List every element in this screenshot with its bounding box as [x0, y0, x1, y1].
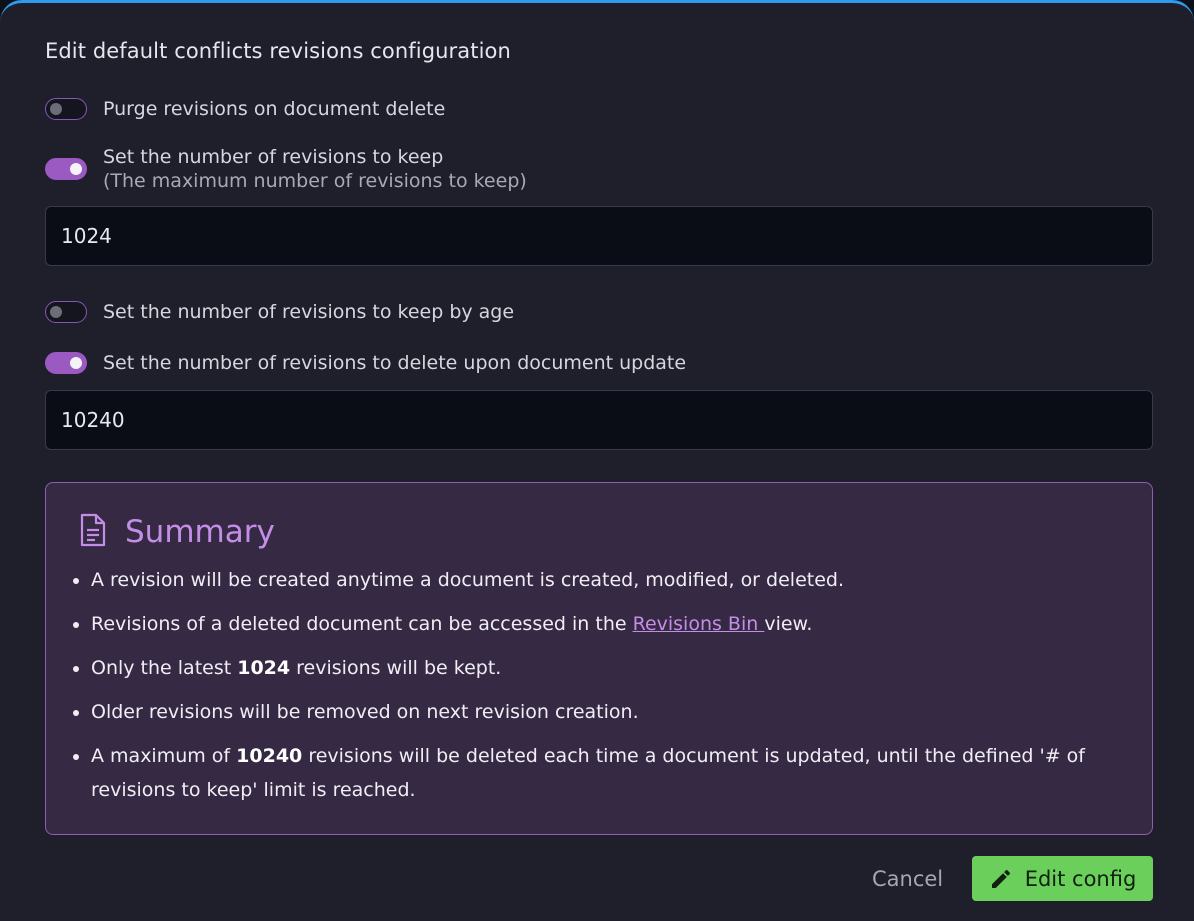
summary-title: Summary	[125, 514, 275, 550]
keep-count-input[interactable]	[45, 206, 1153, 266]
summary-item: Older revisions will be removed on next …	[91, 695, 1101, 729]
delete-on-update-row: Set the number of revisions to delete up…	[45, 351, 686, 375]
summary-item-text: Older revisions will be removed on next …	[91, 701, 639, 723]
purge-on-delete-row: Purge revisions on document delete	[45, 97, 445, 121]
cancel-button[interactable]: Cancel	[862, 860, 953, 898]
dialog-title: Edit default conflicts revisions configu…	[45, 39, 511, 63]
keep-count-row: Set the number of revisions to keep (The…	[45, 145, 527, 193]
summary-keep-value: 1024	[237, 657, 291, 679]
keep-count-label-group: Set the number of revisions to keep (The…	[103, 145, 527, 193]
summary-header: Summary	[79, 513, 275, 551]
keep-by-age-label: Set the number of revisions to keep by a…	[103, 301, 515, 323]
summary-item-text: revisions will be kept.	[290, 657, 502, 679]
summary-item-text: Revisions of a deleted document can be a…	[91, 613, 633, 635]
summary-item-text: A maximum of	[91, 745, 237, 767]
delete-on-update-label: Set the number of revisions to delete up…	[103, 352, 687, 374]
purge-on-delete-toggle[interactable]	[45, 98, 87, 120]
keep-by-age-row: Set the number of revisions to keep by a…	[45, 300, 514, 324]
revisions-bin-link[interactable]: Revisions Bin	[633, 613, 765, 635]
pencil-icon	[989, 867, 1013, 891]
keep-count-label: Set the number of revisions to keep	[103, 146, 444, 168]
summary-list: A revision will be created anytime a doc…	[46, 563, 1101, 817]
keep-by-age-toggle[interactable]	[45, 301, 87, 323]
summary-item-text: Only the latest	[91, 657, 238, 679]
summary-item: A maximum of 10240 revisions will be del…	[91, 739, 1101, 807]
edit-revisions-config-dialog: Edit default conflicts revisions configu…	[0, 0, 1194, 921]
keep-count-sublabel: (The maximum number of revisions to keep…	[103, 170, 527, 192]
edit-config-label: Edit config	[1024, 866, 1137, 891]
summary-panel: Summary A revision will be created anyti…	[45, 482, 1153, 835]
edit-config-button[interactable]: Edit config	[972, 856, 1153, 901]
summary-item: A revision will be created anytime a doc…	[91, 563, 1101, 597]
summary-item: Revisions of a deleted document can be a…	[91, 607, 1101, 641]
summary-item-text: A revision will be created anytime a doc…	[91, 569, 844, 591]
summary-item-text: view.	[764, 613, 813, 635]
delete-on-update-toggle[interactable]	[45, 352, 87, 374]
purge-on-delete-label: Purge revisions on document delete	[103, 98, 446, 120]
summary-item: Only the latest 1024 revisions will be k…	[91, 651, 1101, 685]
summary-delete-value: 10240	[236, 745, 303, 767]
keep-count-toggle[interactable]	[45, 158, 87, 180]
document-icon	[79, 513, 107, 551]
delete-on-update-input[interactable]	[45, 390, 1153, 450]
